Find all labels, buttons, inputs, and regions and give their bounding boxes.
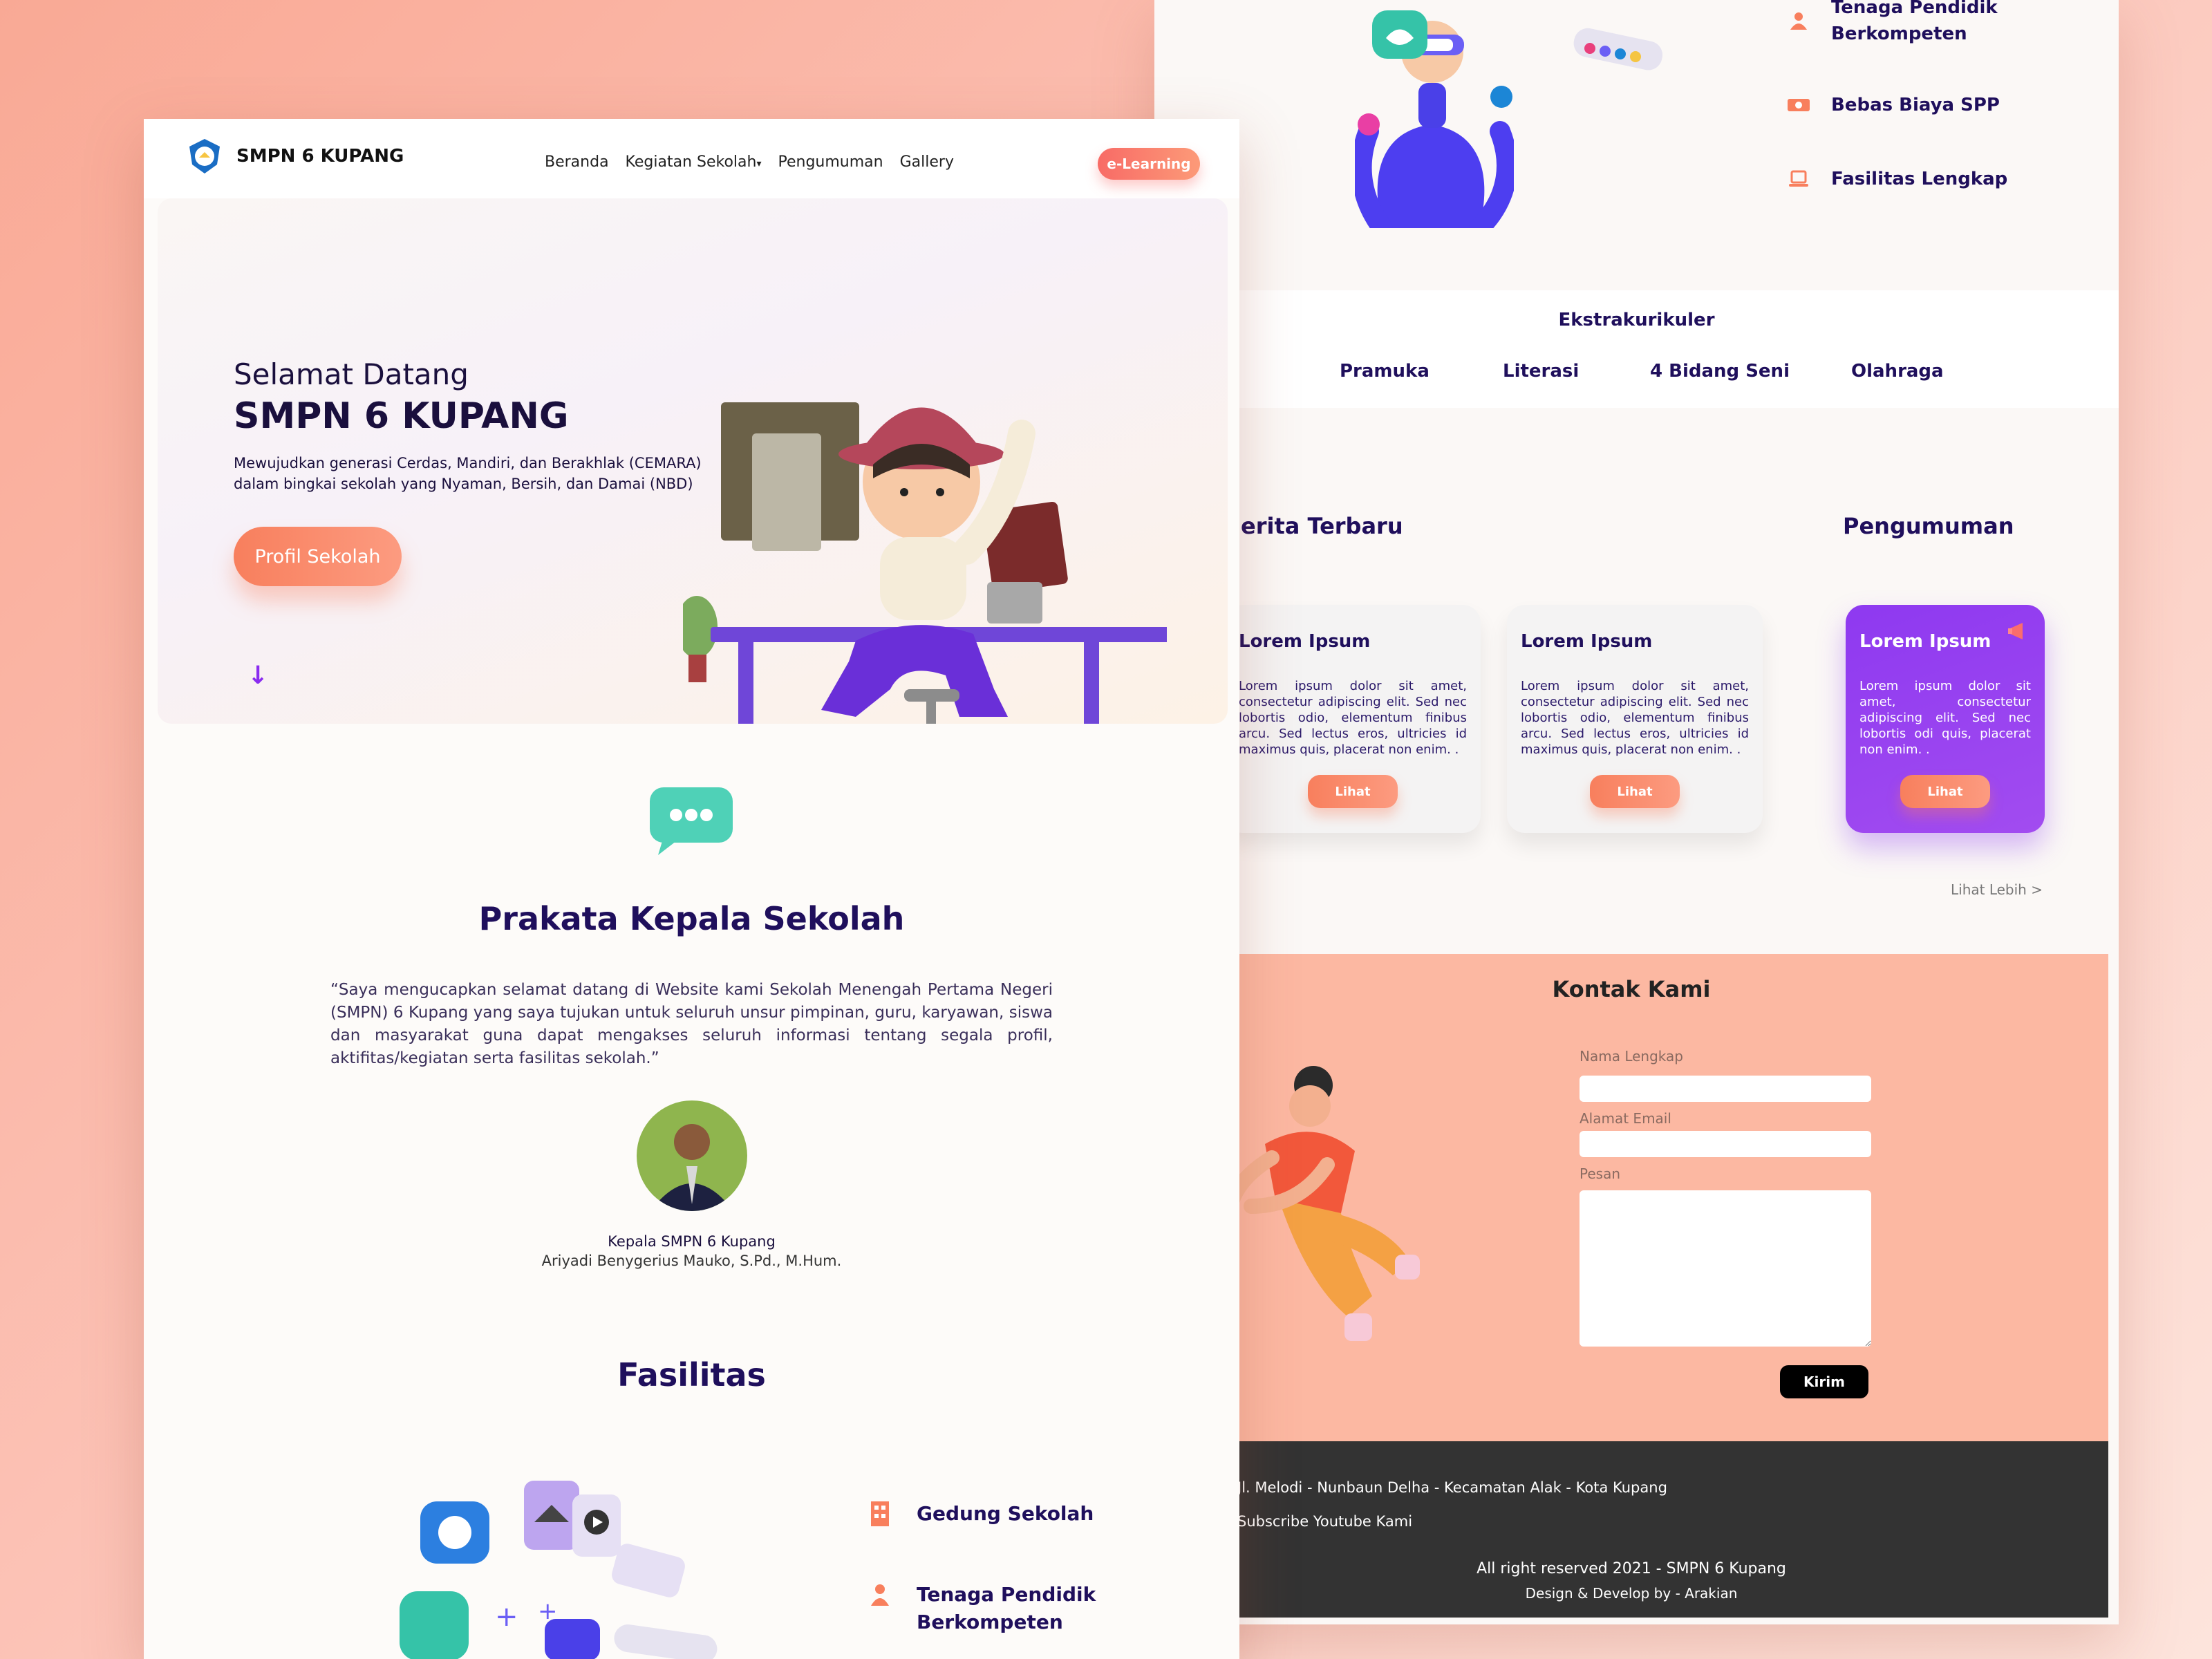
main-menu: Beranda Kegiatan Sekolah▾ Pengumuman Gal… <box>545 153 954 171</box>
feature-fasilitas: Fasilitas Lengkap <box>1787 166 2032 192</box>
chat-bubble-icon <box>650 787 733 855</box>
fasilitas-title: Fasilitas <box>617 1356 766 1394</box>
hero: Selamat Datang SMPN 6 KUPANG Mewujudkan … <box>158 198 1228 724</box>
student-desk-illustration <box>683 402 1167 724</box>
lihat-lebih-link[interactable]: Lihat Lebih > <box>1951 881 2043 898</box>
news-card: Lorem Ipsum Lorem ipsum dolor sit amet, … <box>1225 605 1481 833</box>
profil-sekolah-button[interactable]: Profil Sekolah <box>234 527 402 586</box>
menu-beranda[interactable]: Beranda <box>545 153 609 171</box>
nama-label: Nama Lengkap <box>1580 1048 1683 1065</box>
features-top-section: Tenaga Pendidik Berkompeten Bebas Biaya … <box>1154 0 2119 290</box>
color-palette-icon <box>1573 28 1663 71</box>
berita-title: erita Terbaru <box>1241 513 1403 539</box>
feature-label: Fasilitas Lengkap <box>1831 169 2008 189</box>
hero-tagline: Mewujudkan generasi Cerdas, Mandiri, dan… <box>234 455 702 492</box>
brand-name: SMPN 6 KUPANG <box>236 146 404 167</box>
pesan-label: Pesan <box>1580 1165 1621 1182</box>
footer-rights: All right reserved 2021 - SMPN 6 Kupang <box>1477 1560 1786 1577</box>
ekstrakurikuler-title: Ekstrakurikuler <box>1558 310 1715 330</box>
news-card: Lorem Ipsum Lorem ipsum dolor sit amet, … <box>1507 605 1763 833</box>
chat-bubble-icon <box>1372 10 1427 59</box>
menu-gallery[interactable]: Gallery <box>900 153 954 171</box>
left-page: SMPN 6 KUPANG Beranda Kegiatan Sekolah▾ … <box>144 119 1239 1659</box>
arrow-down-icon[interactable]: ↓ <box>247 662 268 690</box>
money-icon <box>1787 93 1810 117</box>
card-text: Lorem ipsum dolor sit amet, consectetur … <box>1239 679 1467 757</box>
footer: Jl. Melodi - Nunbaun Delha - Kecamatan A… <box>1154 1441 2108 1618</box>
footer-subscribe-link[interactable]: Subscribe Youtube Kami <box>1237 1513 1412 1530</box>
menu-pengumuman[interactable]: Pengumuman <box>778 153 883 171</box>
card-title: Lorem Ipsum <box>1239 631 1371 652</box>
brand[interactable]: SMPN 6 KUPANG <box>185 137 404 176</box>
svg-text:+: + <box>495 1601 518 1633</box>
card-text: Lorem ipsum dolor sit amet, consectetur … <box>1859 679 2031 757</box>
principal-avatar <box>637 1100 747 1211</box>
fasilitas-gedung: Gedung Sekolah <box>870 1500 1124 1528</box>
ekskul-item-literasi[interactable]: Literasi <box>1503 361 1579 382</box>
ekskul-item-seni[interactable]: 4 Bidang Seni <box>1650 361 1790 382</box>
feature-teacher: Tenaga Pendidik Berkompeten <box>1787 0 2032 47</box>
email-label: Alamat Email <box>1580 1110 1671 1127</box>
ekskul-item-pramuka[interactable]: Pramuka <box>1340 361 1430 382</box>
teacher-icon <box>1787 9 1810 32</box>
apps-cluster-illustration: + + <box>400 1481 718 1659</box>
pengumuman-title: Pengumuman <box>1843 513 2014 539</box>
pesan-field[interactable] <box>1580 1190 1871 1347</box>
navbar: SMPN 6 KUPANG Beranda Kegiatan Sekolah▾ … <box>144 119 1239 198</box>
megaphone-icon <box>2008 623 2023 639</box>
prakata-quote: “Saya mengucapkan selamat datang di Webs… <box>330 981 1053 1067</box>
kontak-title: Kontak Kami <box>1552 976 1711 1002</box>
principal-role: Kepala SMPN 6 Kupang <box>608 1233 776 1250</box>
svg-text:+: + <box>538 1597 558 1625</box>
card-title: Lorem Ipsum <box>1859 631 1991 652</box>
fasilitas-label: Tenaga Pendidik Berkompeten <box>917 1583 1096 1633</box>
ekstrakurikuler-section: Ekstrakurikuler Pramuka Literasi 4 Bidan… <box>1154 290 2119 408</box>
kontak-section: Kontak Kami Nama Lengkap Alamat Email Pe… <box>1154 954 2108 1441</box>
prakata-title: Prakata Kepala Sekolah <box>478 900 905 937</box>
fasilitas-label: Gedung Sekolah <box>917 1502 1094 1525</box>
footer-credit: Design & Develop by - Arakian <box>1525 1585 1738 1602</box>
building-icon <box>870 1500 890 1528</box>
announcement-card: Lorem Ipsum Lorem ipsum dolor sit amet, … <box>1846 605 2045 833</box>
ekskul-item-olahraga[interactable]: Olahraga <box>1851 361 1944 382</box>
hero-school-name: SMPN 6 KUPANG <box>234 395 569 437</box>
kirim-button[interactable]: Kirim <box>1780 1365 1868 1398</box>
school-logo-icon <box>189 139 220 174</box>
lihat-button[interactable]: Lihat <box>1900 775 1990 808</box>
feature-label: Tenaga Pendidik Berkompeten <box>1831 0 1998 44</box>
card-text: Lorem ipsum dolor sit amet, consectetur … <box>1521 679 1749 757</box>
laptop-icon <box>1787 167 1810 191</box>
right-page: Tenaga Pendidik Berkompeten Bebas Biaya … <box>1154 0 2119 1624</box>
chevron-down-icon: ▾ <box>756 158 762 169</box>
email-field[interactable] <box>1580 1131 1871 1157</box>
lihat-button[interactable]: Lihat <box>1590 775 1680 808</box>
fasilitas-tenaga: Tenaga Pendidik Berkompeten <box>870 1581 1124 1636</box>
elearning-button[interactable]: e-Learning <box>1098 148 1200 180</box>
feature-label: Bebas Biaya SPP <box>1831 95 2000 115</box>
hero-greeting: Selamat Datang <box>234 357 469 391</box>
feature-spp: Bebas Biaya SPP <box>1787 92 2032 118</box>
teacher-icon <box>870 1581 890 1609</box>
footer-address: Jl. Melodi - Nunbaun Delha - Kecamatan A… <box>1237 1479 1667 1496</box>
lihat-button[interactable]: Lihat <box>1308 775 1398 808</box>
card-title: Lorem Ipsum <box>1521 631 1653 652</box>
menu-kegiatan-label: Kegiatan Sekolah <box>625 153 757 171</box>
principal-name: Ariyadi Benygerius Mauko, S.Pd., M.Hum. <box>541 1253 842 1269</box>
menu-kegiatan[interactable]: Kegiatan Sekolah▾ <box>626 153 762 171</box>
jumping-girl-illustration <box>1223 1066 1420 1341</box>
nama-field[interactable] <box>1580 1076 1871 1102</box>
